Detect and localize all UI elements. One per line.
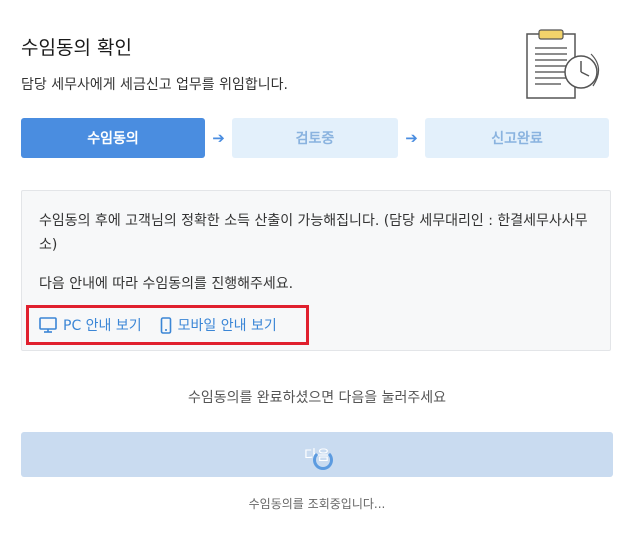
consent-info-box: 수임동의 후에 고객님의 정확한 소득 산출이 가능해집니다. (담당 세무대리… [21,190,611,351]
arrow-right-icon: ➔ [405,129,418,147]
mobile-guide-link[interactable]: 모바일 안내 보기 [160,315,277,335]
mobile-guide-label: 모바일 안내 보기 [177,318,277,334]
page-subtitle: 담당 세무사에게 세금신고 업무를 위임합니다. [21,77,288,93]
step-review: 검토중 [232,118,398,158]
next-hint: 수임동의를 완료하셨으면 다음을 눌러주세요 [187,390,447,406]
next-button[interactable]: 다음 [21,432,613,477]
clipboard-clock-icon [526,29,600,99]
arrow-right-icon: ➔ [212,129,225,147]
consent-instruction: 다음 안내에 따라 수임동의를 진행해주세요. [39,276,294,292]
mobile-phone-icon [160,316,171,334]
step-complete: 신고완료 [425,118,609,158]
pc-guide-link[interactable]: PC 안내 보기 [39,315,142,335]
monitor-icon [39,317,57,333]
step-consent: 수임동의 [21,118,205,158]
guide-links-highlight: PC 안내 보기 모바일 안내 보기 [26,305,309,345]
consent-description: 수임동의 후에 고객님의 정확한 소득 산출이 가능해집니다. (담당 세무대리… [39,213,588,253]
loading-spinner-icon [313,449,333,470]
loading-status: 수임동의를 조회중입니다... [248,497,386,511]
pc-guide-label: PC 안내 보기 [63,318,142,334]
progress-steps: 수임동의 ➔ 검토중 ➔ 신고완료 [21,118,613,158]
page-title: 수임동의 확인 [21,37,132,59]
